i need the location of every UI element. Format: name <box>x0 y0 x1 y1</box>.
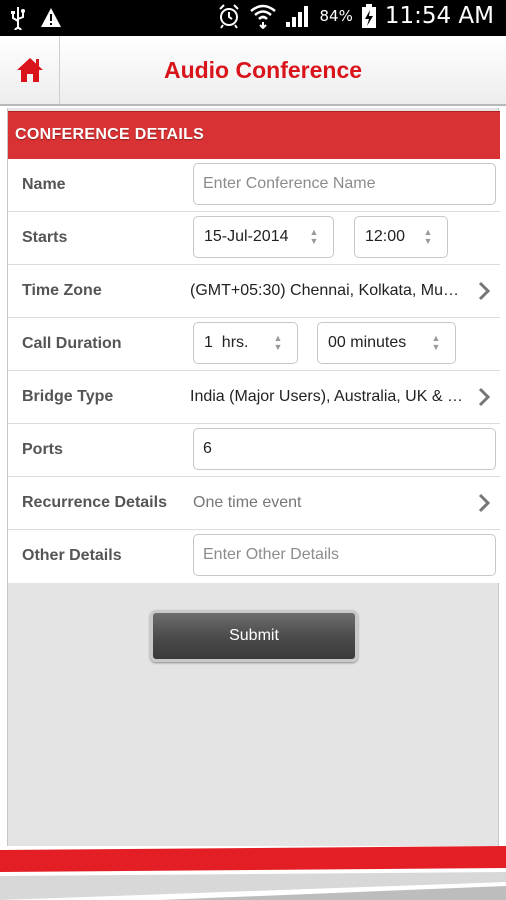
name-field-wrapper <box>193 163 496 205</box>
spinner-arrows-icon: ▲ ▼ <box>309 227 319 246</box>
row-time-zone[interactable]: Time Zone (GMT+05:30) Chennai, Kolkata, … <box>8 265 500 318</box>
duration-minutes-value: 00 minutes <box>328 334 407 351</box>
label-time-zone: Time Zone <box>22 282 102 299</box>
spinner-arrows-icon: ▲ ▼ <box>273 333 283 352</box>
start-time-value: 12:00 <box>365 228 406 245</box>
row-ports: Ports <box>8 424 500 477</box>
chevron-right-icon <box>478 387 491 411</box>
label-other-details: Other Details <box>22 547 122 564</box>
spinner-arrows-icon: ▲ ▼ <box>431 333 441 352</box>
battery-percent: 84% <box>319 7 353 25</box>
footer-stripes-icon <box>0 846 506 900</box>
footer-decoration <box>0 846 506 900</box>
label-bridge-type: Bridge Type <box>22 388 114 405</box>
row-recurrence[interactable]: Recurrence Details One time event <box>8 477 500 530</box>
row-call-duration: Call Duration 1 hrs. ▲ ▼ 00 minutes ▲ ▼ <box>8 318 500 371</box>
duration-minutes-spinner[interactable]: 00 minutes ▲ ▼ <box>317 322 456 364</box>
row-name: Name <box>8 159 500 212</box>
spinner-arrows-icon: ▲ ▼ <box>423 227 433 246</box>
status-bar: 84% 11:54 AM <box>0 0 506 36</box>
recurrence-value: One time event <box>193 494 302 511</box>
signal-icon <box>285 4 311 28</box>
chevron-right-icon <box>478 493 491 517</box>
row-other-details: Other Details <box>8 530 500 583</box>
duration-hours-value: 1 hrs. <box>204 334 249 351</box>
section-header: CONFERENCE DETAILS <box>8 111 500 159</box>
conference-form: Name Starts 15-Jul-2014 ▲▼ 12:00 ▲▼ Time… <box>8 159 500 583</box>
chevron-right-icon <box>478 281 491 305</box>
bridge-type-value: India (Major Users), Australia, UK & Oth… <box>190 388 467 405</box>
time-zone-value: (GMT+05:30) Chennai, Kolkata, Mumbai, Ne… <box>190 282 465 299</box>
start-date-spinner[interactable]: 15-Jul-2014 ▲ ▼ <box>193 216 334 258</box>
wifi-icon <box>249 3 277 29</box>
section-title: CONFERENCE DETAILS <box>15 126 205 143</box>
other-details-field-wrapper <box>193 534 496 576</box>
duration-hours-spinner[interactable]: 1 hrs. ▲ ▼ <box>193 322 298 364</box>
content-panel: CONFERENCE DETAILS Name Starts 15-Jul-20… <box>7 108 500 846</box>
status-time: 11:54 AM <box>384 3 494 29</box>
usb-icon <box>10 6 26 30</box>
ports-field-wrapper <box>193 428 496 470</box>
warning-icon <box>40 7 62 29</box>
row-starts: Starts 15-Jul-2014 ▲ ▼ 12:00 ▲ ▼ <box>8 212 500 265</box>
label-call-duration: Call Duration <box>22 335 122 352</box>
page-title: Audio Conference <box>163 57 363 83</box>
app-header: Audio Conference <box>0 36 506 106</box>
battery-charging-icon <box>361 3 377 29</box>
start-date-value: 15-Jul-2014 <box>204 228 289 245</box>
label-name: Name <box>22 176 66 193</box>
conference-name-input[interactable] <box>194 164 495 204</box>
row-bridge-type[interactable]: Bridge Type India (Major Users), Austral… <box>8 371 500 424</box>
home-icon <box>15 56 45 84</box>
label-starts: Starts <box>22 229 68 246</box>
alarm-icon <box>217 3 241 29</box>
start-time-spinner[interactable]: 12:00 ▲ ▼ <box>354 216 448 258</box>
submit-button[interactable]: Submit <box>150 610 358 662</box>
label-recurrence: Recurrence Details <box>22 494 167 511</box>
home-button[interactable] <box>0 36 60 104</box>
other-details-input[interactable] <box>194 535 495 575</box>
ports-input[interactable] <box>194 429 495 469</box>
label-ports: Ports <box>22 441 63 458</box>
